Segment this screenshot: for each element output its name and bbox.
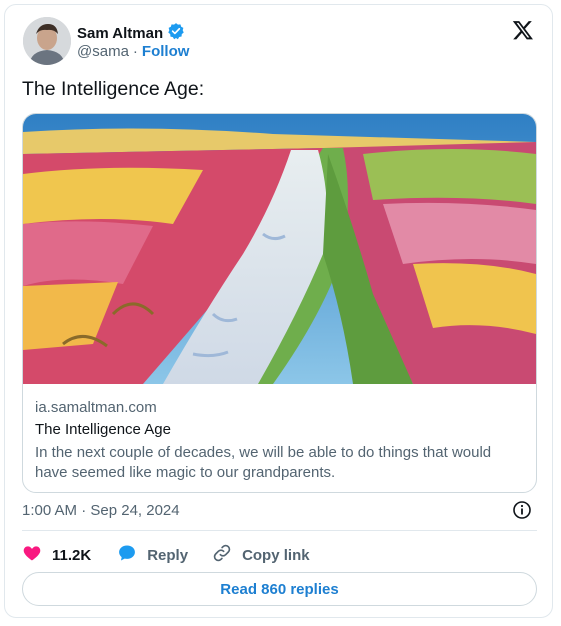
author-name-row: Sam Altman	[77, 22, 185, 45]
x-logo-icon[interactable]	[512, 19, 534, 41]
handle-separator: ·	[132, 43, 138, 60]
like-count: 11.2K	[52, 546, 92, 564]
tweet-timestamp[interactable]: 1:00 AM · Sep 24, 2024	[22, 502, 180, 519]
reply-label: Reply	[147, 546, 189, 564]
tweet-card: Sam Altman @sama · Follow The Intelligen…	[4, 4, 553, 618]
link-title: The Intelligence Age	[35, 421, 171, 438]
link-preview-card[interactable]: ia.samaltman.com The Intelligence Age In…	[22, 113, 537, 493]
divider	[22, 530, 537, 531]
like-button[interactable]: 11.2K	[22, 543, 91, 567]
link-description: In the next couple of decades, we will b…	[35, 444, 492, 481]
heart-icon	[22, 543, 42, 567]
follow-button[interactable]: Follow	[142, 43, 190, 60]
reply-button[interactable]: Reply	[117, 543, 188, 567]
tweet-text: The Intelligence Age:	[22, 78, 205, 100]
painted-landscape-image[interactable]	[23, 114, 536, 384]
verified-badge-icon	[167, 22, 185, 45]
copy-link-label: Copy link	[242, 546, 310, 564]
copy-link-button[interactable]: Copy link	[212, 543, 310, 567]
avatar[interactable]	[23, 17, 71, 65]
reply-bubble-icon	[117, 543, 137, 567]
author-handle[interactable]: @sama	[77, 43, 129, 60]
link-domain: ia.samaltman.com	[35, 399, 157, 416]
read-replies-button[interactable]: Read 860 replies	[22, 572, 537, 606]
action-bar: 11.2K Reply Copy link	[22, 543, 310, 567]
info-icon[interactable]	[512, 500, 532, 520]
link-icon	[212, 543, 232, 567]
author-handle-row: @sama · Follow	[77, 43, 189, 60]
author-name[interactable]: Sam Altman	[77, 25, 163, 42]
